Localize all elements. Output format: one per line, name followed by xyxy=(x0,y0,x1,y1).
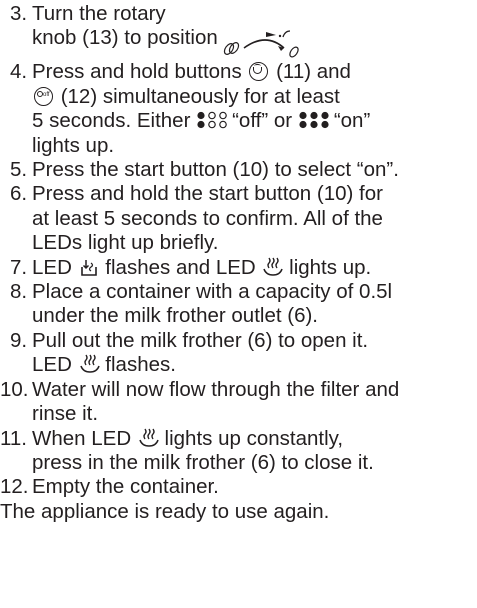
step-number: 8. xyxy=(10,280,28,304)
step-text: “off” or xyxy=(232,109,293,133)
step-number: 7. xyxy=(10,255,28,279)
step-text: LED xyxy=(32,353,72,377)
step-text: press in the milk frother (6) to close i… xyxy=(32,450,374,474)
step-text: LEDs light up briefly. xyxy=(32,231,219,255)
step-text: Place a container with a capacity of 0.5… xyxy=(32,280,393,304)
step-text: lights up constantly, xyxy=(164,426,344,450)
step-text: lights up. xyxy=(289,255,372,279)
step-text: under the milk frother outlet (6). xyxy=(32,304,318,328)
step-number: 4. xyxy=(10,60,28,84)
step-text: Pull out the milk frother (6) to open it… xyxy=(32,328,369,352)
led-on-pattern-icon xyxy=(298,111,332,129)
instruction-document: 3. Turn the rotary knob (13) to position xyxy=(0,2,477,524)
step-text: Press and hold the start button (10) for xyxy=(32,182,383,206)
steam-led-icon xyxy=(79,354,100,374)
step-text: LED xyxy=(32,255,72,279)
steam-led-icon xyxy=(138,428,159,448)
rotary-position-icon xyxy=(220,26,302,60)
step-text: When LED xyxy=(32,426,132,450)
step-text: Water will now flow through the filter a… xyxy=(32,377,400,401)
step-text: at least 5 seconds to confirm. All of th… xyxy=(32,206,383,230)
step-10: 10. Water will now flow through the filt… xyxy=(0,378,477,427)
step-7: 7. LED flashes and LED lights up. xyxy=(0,256,477,280)
step-number: 5. xyxy=(10,158,28,182)
step-text: Turn the rotary xyxy=(32,2,166,25)
step-text: lights up. xyxy=(32,133,115,157)
step-text: (12) simultaneously for at least xyxy=(60,84,340,108)
step-number: 9. xyxy=(10,328,28,352)
step-text: Press the start button (10) to select “o… xyxy=(32,158,399,182)
step-text: Press and hold buttons xyxy=(32,60,242,84)
filter-led-icon xyxy=(79,257,99,277)
step-number: 3. xyxy=(10,2,28,25)
step-text: “on” xyxy=(333,109,371,133)
step-text: (11) and xyxy=(276,60,351,84)
step-number: 6. xyxy=(10,182,28,206)
step-11: 11. When LED lights up constantly, press… xyxy=(0,427,477,476)
step-number: 11. xyxy=(0,426,27,450)
step-3: 3. Turn the rotary knob (13) to position xyxy=(0,2,477,60)
off-button-icon xyxy=(34,86,53,106)
step-4: 4. Press and hold buttons (11) and (12) … xyxy=(0,60,477,158)
step-number: 12. xyxy=(0,475,29,499)
step-9: 9. Pull out the milk frother (6) to open… xyxy=(0,329,477,378)
step-5: 5. Press the start button (10) to select… xyxy=(0,158,477,182)
closing-note: The appliance is ready to use again. xyxy=(0,499,330,523)
step-text: knob (13) to position xyxy=(32,26,218,50)
step-text: flashes and LED xyxy=(105,255,256,279)
step-6: 6. Press and hold the start button (10) … xyxy=(0,182,477,255)
step-text: rinse it. xyxy=(32,402,99,426)
step-8: 8. Place a container with a capacity of … xyxy=(0,280,477,329)
step-12: 12. Empty the container. xyxy=(0,475,477,499)
steam-led-icon xyxy=(262,257,284,277)
led-off-pattern-icon xyxy=(196,111,230,129)
step-text: 5 seconds. Either xyxy=(32,109,191,133)
step-text: flashes. xyxy=(105,353,176,377)
step-text: Empty the container. xyxy=(32,475,219,499)
step-number: 10. xyxy=(0,377,29,401)
coffee-cup-button-icon xyxy=(249,62,269,82)
